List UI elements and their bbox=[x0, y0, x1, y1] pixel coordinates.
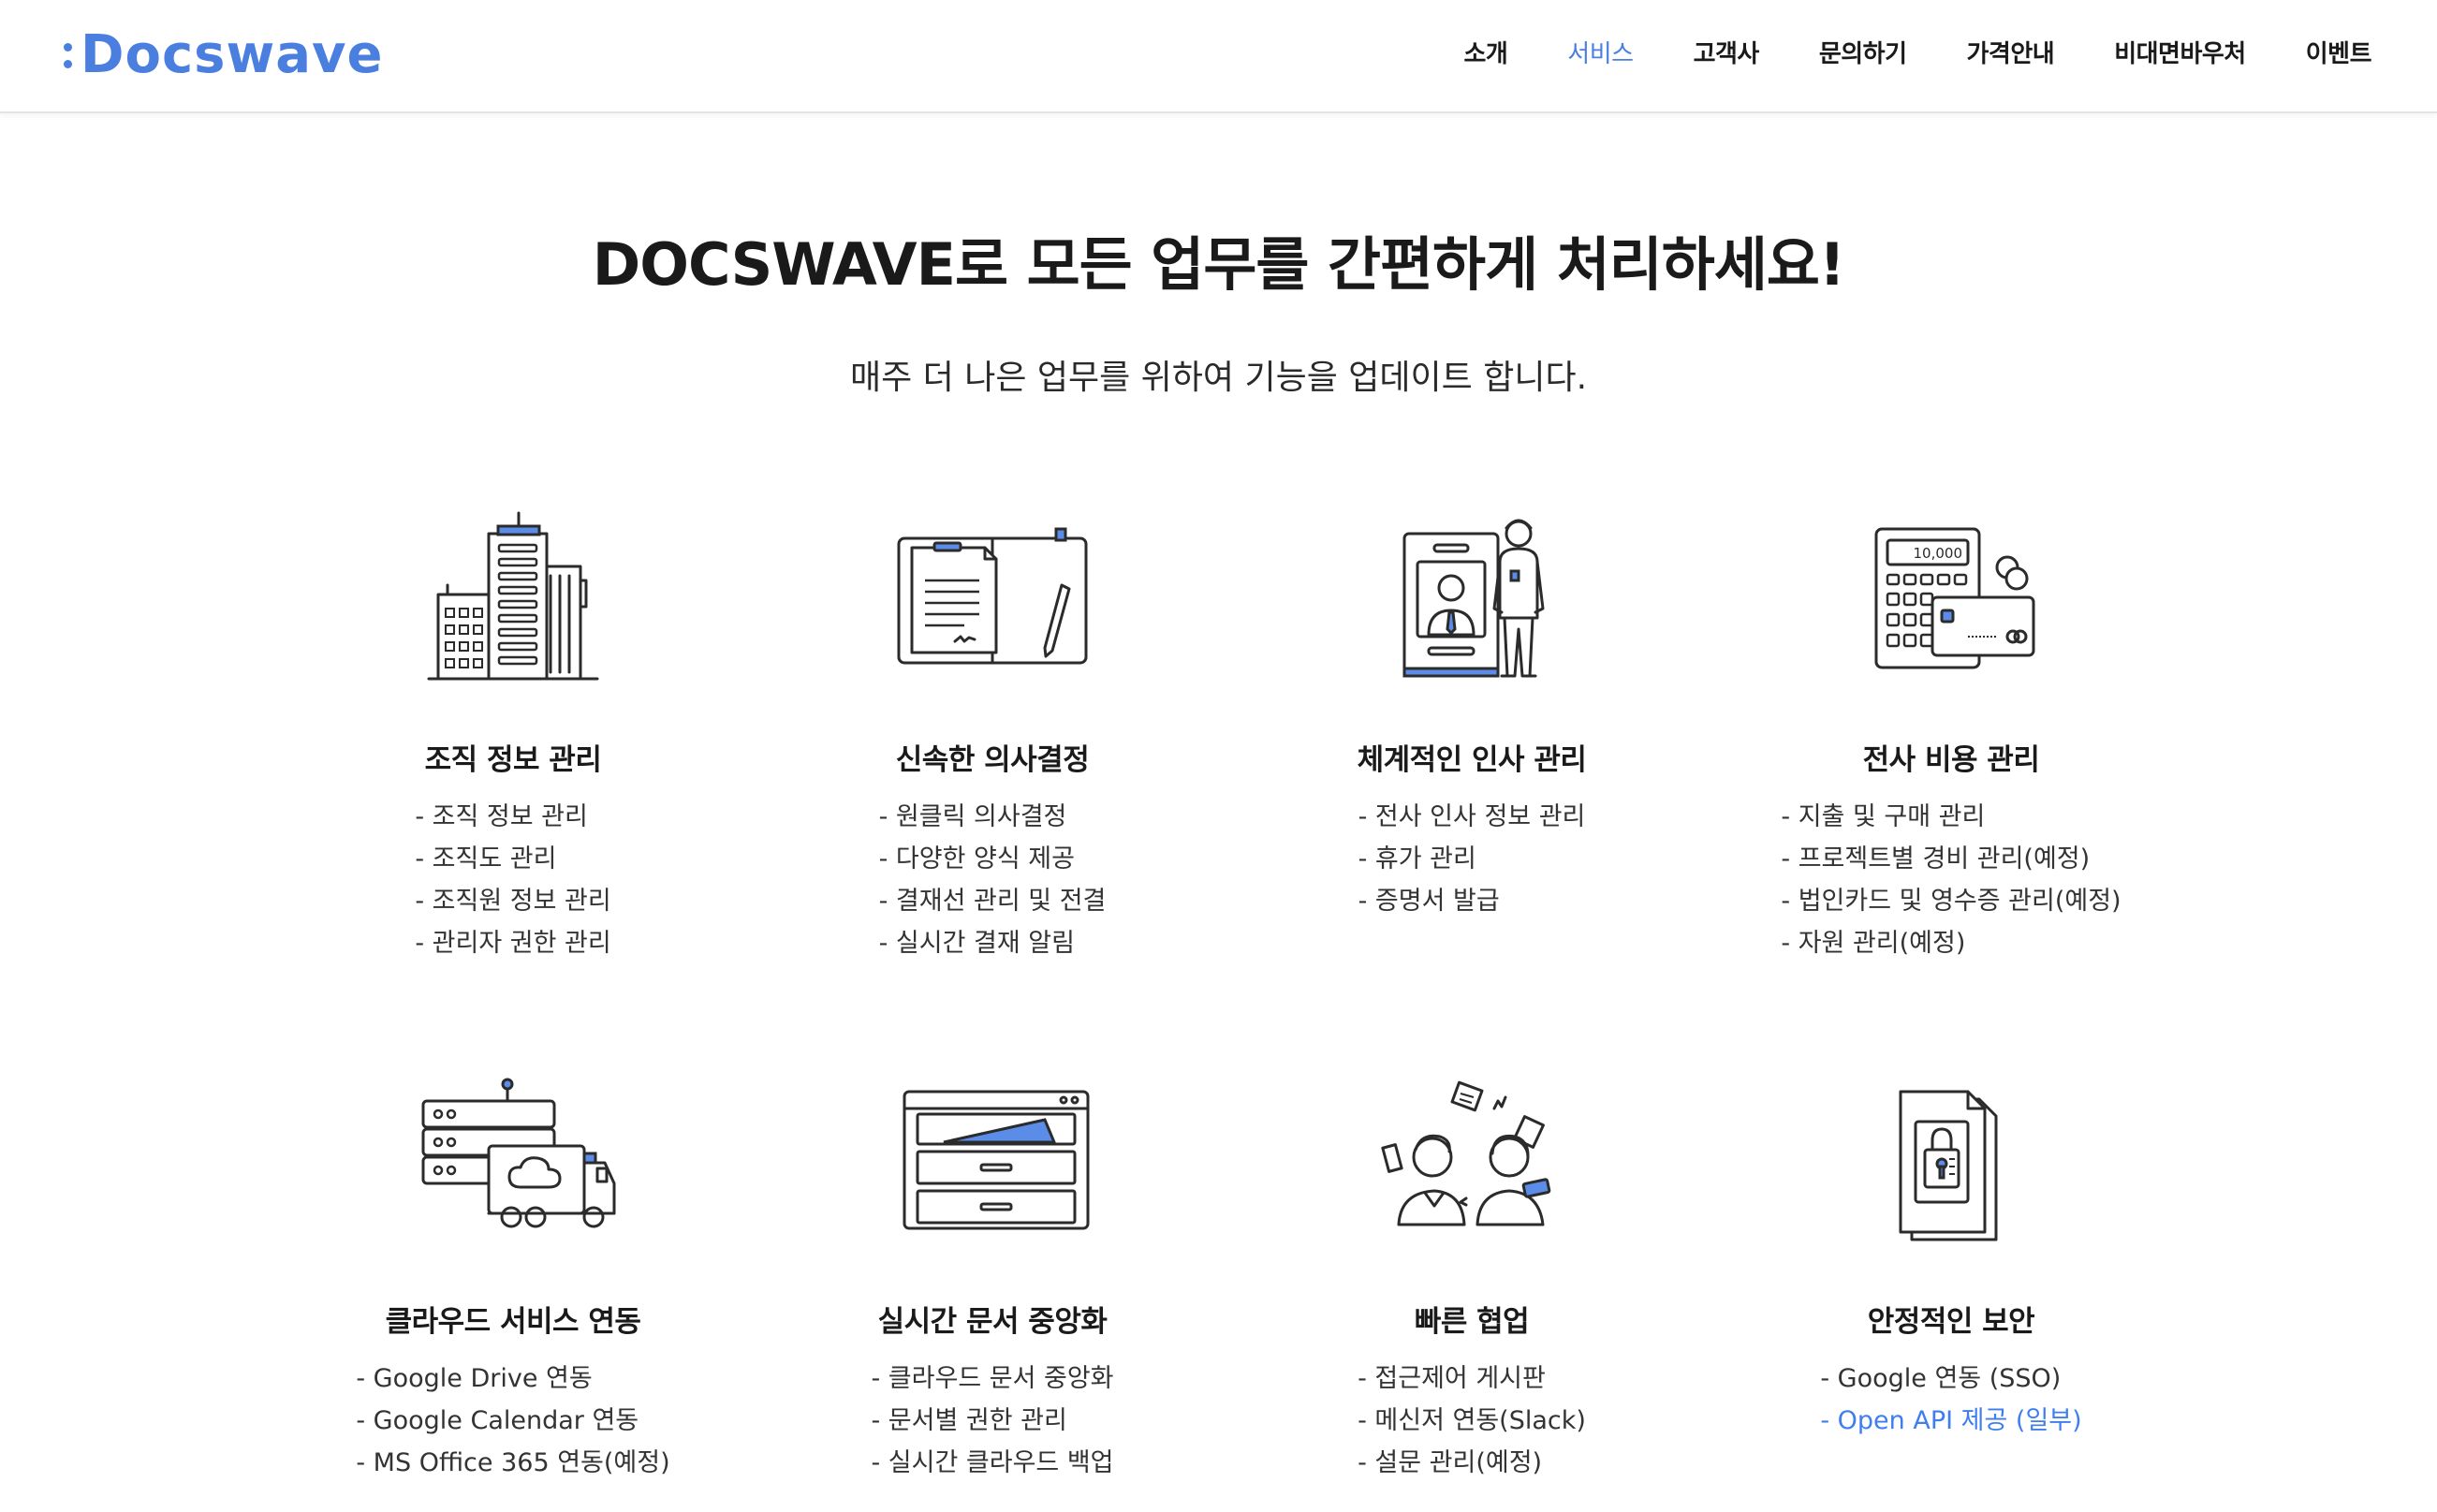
nav-item-contact[interactable]: 문의하기 bbox=[1819, 35, 1907, 69]
list-item: - 접근제어 게시판 bbox=[1358, 1364, 1546, 1393]
list-item: - 휴가 관리 bbox=[1358, 844, 1476, 873]
list-item: - 관리자 권한 관리 bbox=[415, 929, 611, 958]
feature-title: 신속한 의사결정 bbox=[895, 743, 1090, 777]
feature-title: 클라우드 서비스 연동 bbox=[385, 1305, 641, 1339]
calculator-display: 10,000 bbox=[1914, 545, 1963, 562]
page-subtitle: 매주 더 나은 업무를 위하여 기능을 업데이트 합니다. bbox=[849, 359, 1588, 397]
list-item: - 조직도 관리 bbox=[415, 844, 557, 873]
list-item: - Google 연동 (SSO) bbox=[1820, 1364, 2062, 1393]
list-item: - 지출 및 구매 관리 bbox=[1781, 802, 1986, 831]
feature-title: 빠른 협업 bbox=[1414, 1305, 1530, 1339]
list-item: - 실시간 결재 알림 bbox=[878, 929, 1075, 958]
docswave-logo[interactable]: Docswave bbox=[62, 17, 384, 92]
list-item: - Google Calendar 연동 bbox=[356, 1406, 639, 1435]
list-item: - 조직원 정보 관리 bbox=[415, 887, 611, 916]
open-api-link[interactable]: - Open API 제공 (일부) bbox=[1820, 1400, 2081, 1442]
logo-text: Docswave bbox=[81, 23, 384, 85]
feature-list: - 조직 정보 관리 - 조직도 관리 - 조직원 정보 관리 - 관리자 권한… bbox=[270, 796, 756, 964]
calculator-card-icon: 10,000 bbox=[1848, 506, 2054, 693]
nav-item-voucher[interactable]: 비대면바우처 bbox=[2114, 35, 2246, 69]
collaborating-people-icon bbox=[1369, 1067, 1575, 1255]
list-item: - 클라우드 문서 중앙화 bbox=[871, 1364, 1114, 1393]
list-item: - MS Office 365 연동(예정) bbox=[356, 1448, 670, 1477]
feature-title: 체계적인 인사 관리 bbox=[1357, 743, 1587, 777]
site-header: Docswave 소개 서비스 고객사 문의하기 가격안내 비대면바우처 이벤트 bbox=[0, 0, 2437, 113]
main-nav: 소개 서비스 고객사 문의하기 가격안내 비대면바우처 이벤트 bbox=[1463, 0, 2371, 103]
feature-list: - 전사 인사 정보 관리 - 휴가 관리 - 증명서 발급 bbox=[1228, 796, 1715, 922]
locked-document-icon bbox=[1848, 1067, 2054, 1255]
list-item: - 법인카드 및 영수증 관리(예정) bbox=[1781, 887, 2121, 916]
page-title: DOCSWAVE로 모든 업무를 간편하게 처리하세요! bbox=[592, 230, 1845, 299]
list-item: - 문서별 권한 관리 bbox=[871, 1406, 1067, 1435]
feature-title: 실시간 문서 중앙화 bbox=[877, 1305, 1108, 1339]
list-item: - 전사 인사 정보 관리 bbox=[1358, 802, 1586, 831]
nav-item-event[interactable]: 이벤트 bbox=[2306, 35, 2372, 69]
list-item: - 설문 관리(예정) bbox=[1358, 1448, 1543, 1477]
feature-list: - 접근제어 게시판 - 메신저 연동(Slack) - 설문 관리(예정) bbox=[1228, 1358, 1715, 1484]
feature-title: 안정적인 보안 bbox=[1867, 1305, 2035, 1339]
list-item: - 다양한 양식 제공 bbox=[878, 844, 1075, 873]
list-item: - 실시간 클라우드 백업 bbox=[871, 1448, 1114, 1477]
list-item: - 프로젝트별 경비 관리(예정) bbox=[1781, 844, 2091, 873]
nav-item-pricing[interactable]: 가격안내 bbox=[1967, 35, 2055, 69]
feature-title: 조직 정보 관리 bbox=[424, 743, 602, 777]
list-item: - 조직 정보 관리 bbox=[415, 802, 588, 831]
list-item: - 증명서 발급 bbox=[1358, 887, 1500, 916]
list-item: - 메신저 연동(Slack) bbox=[1358, 1406, 1586, 1435]
logo-dots-icon bbox=[62, 36, 75, 73]
feature-title: 전사 비용 관리 bbox=[1862, 743, 2040, 777]
nav-item-customers[interactable]: 고객사 bbox=[1694, 35, 1760, 69]
list-item: - 결재선 관리 및 전결 bbox=[878, 887, 1107, 916]
feature-list: - 클라우드 문서 중앙화 - 문서별 권한 관리 - 실시간 클라우드 백업 bbox=[749, 1358, 1236, 1484]
feature-list: - Google 연동 (SSO) - Open API 제공 (일부) bbox=[1708, 1358, 2195, 1442]
document-folder-icon bbox=[889, 506, 1095, 693]
nav-item-intro[interactable]: 소개 bbox=[1463, 35, 1507, 69]
list-item: - 원클릭 의사결정 bbox=[878, 802, 1067, 831]
list-item: - Google Drive 연동 bbox=[356, 1364, 593, 1393]
file-cabinet-icon bbox=[889, 1067, 1095, 1255]
buildings-icon bbox=[410, 506, 616, 693]
server-cloud-truck-icon bbox=[410, 1067, 616, 1255]
list-item: - 자원 관리(예정) bbox=[1781, 929, 1966, 958]
id-card-person-icon bbox=[1369, 506, 1575, 693]
nav-item-service[interactable]: 서비스 bbox=[1567, 35, 1634, 69]
feature-list: - 원클릭 의사결정 - 다양한 양식 제공 - 결재선 관리 및 전결 - 실… bbox=[749, 796, 1236, 964]
feature-list: - Google Drive 연동 - Google Calendar 연동 -… bbox=[270, 1358, 756, 1484]
feature-list: - 지출 및 구매 관리 - 프로젝트별 경비 관리(예정) - 법인카드 및 … bbox=[1708, 796, 2195, 964]
